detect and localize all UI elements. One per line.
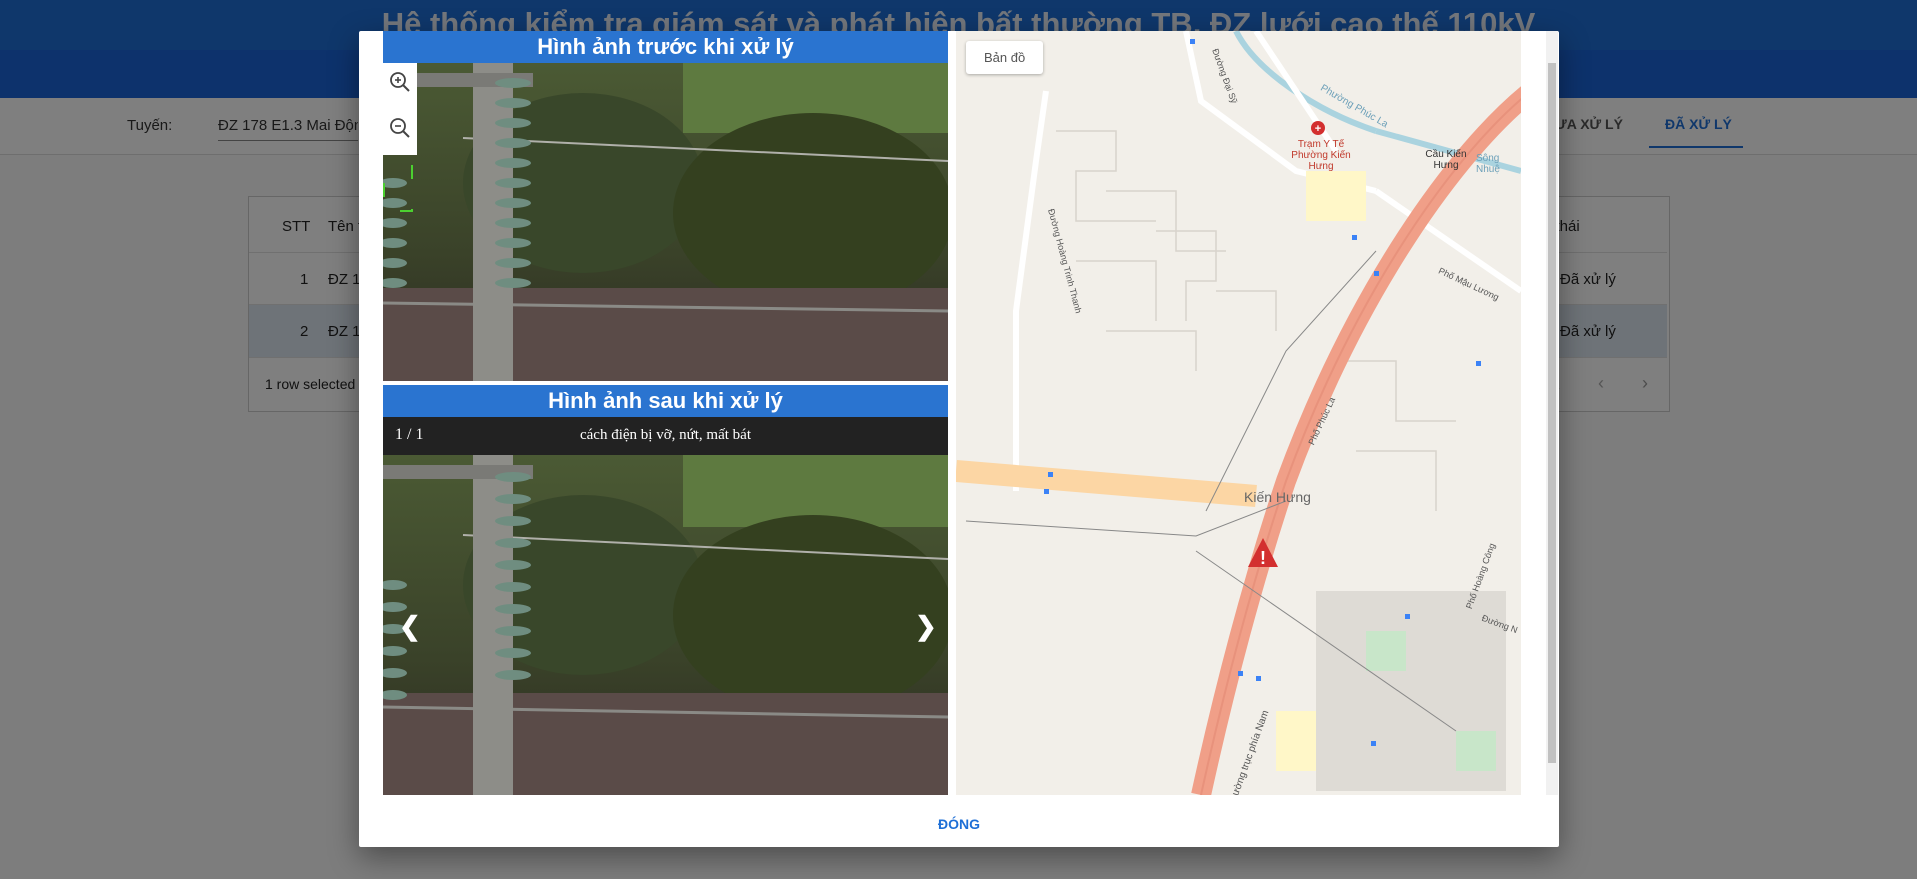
close-button[interactable]: ĐÓNG [899, 809, 1019, 839]
map-label-bridge: Cầu Kiến Hưng [1425, 149, 1467, 171]
image-caption-bar: 1 / 1 cách điện bị vỡ, nứt, mất bát [383, 417, 948, 455]
map-layer-button[interactable]: Bản đồ [966, 41, 1044, 74]
location-map[interactable]: ! + Đường Đại Sỹ Phường Phúc La Trạm Y T… [956, 31, 1521, 795]
map-label-area: Kiến Hưng [1244, 489, 1311, 505]
image-review-dialog: Hình ảnh trước khi xử lý Hình ảnh sau kh… [359, 31, 1559, 847]
before-image-title: Hình ảnh trước khi xử lý [383, 31, 948, 63]
next-image-arrow[interactable]: ❯ [915, 611, 937, 642]
svg-text:!: ! [1260, 548, 1266, 568]
map-label-river: Sông Nhuệ [1476, 153, 1500, 175]
defect-caption: cách điện bị vỡ, nứt, mất bát [579, 427, 751, 443]
zoom-out-icon[interactable] [387, 115, 413, 141]
zoom-in-icon[interactable] [387, 69, 413, 95]
image-comparison-pane: Hình ảnh trước khi xử lý Hình ảnh sau kh… [383, 31, 948, 795]
scrollbar-thumb[interactable] [1548, 63, 1556, 763]
prev-image-arrow[interactable]: ❮ [399, 611, 421, 642]
after-image[interactable] [383, 455, 948, 795]
map-label-clinic: Trạm Y Tế Phường Kiến Hưng [1291, 139, 1351, 172]
dialog-scrollbar[interactable] [1546, 31, 1558, 795]
after-image-title: Hình ảnh sau khi xử lý [383, 385, 948, 417]
svg-text:+: + [1315, 123, 1321, 135]
before-image[interactable] [383, 63, 948, 381]
zoom-controls [383, 63, 417, 155]
